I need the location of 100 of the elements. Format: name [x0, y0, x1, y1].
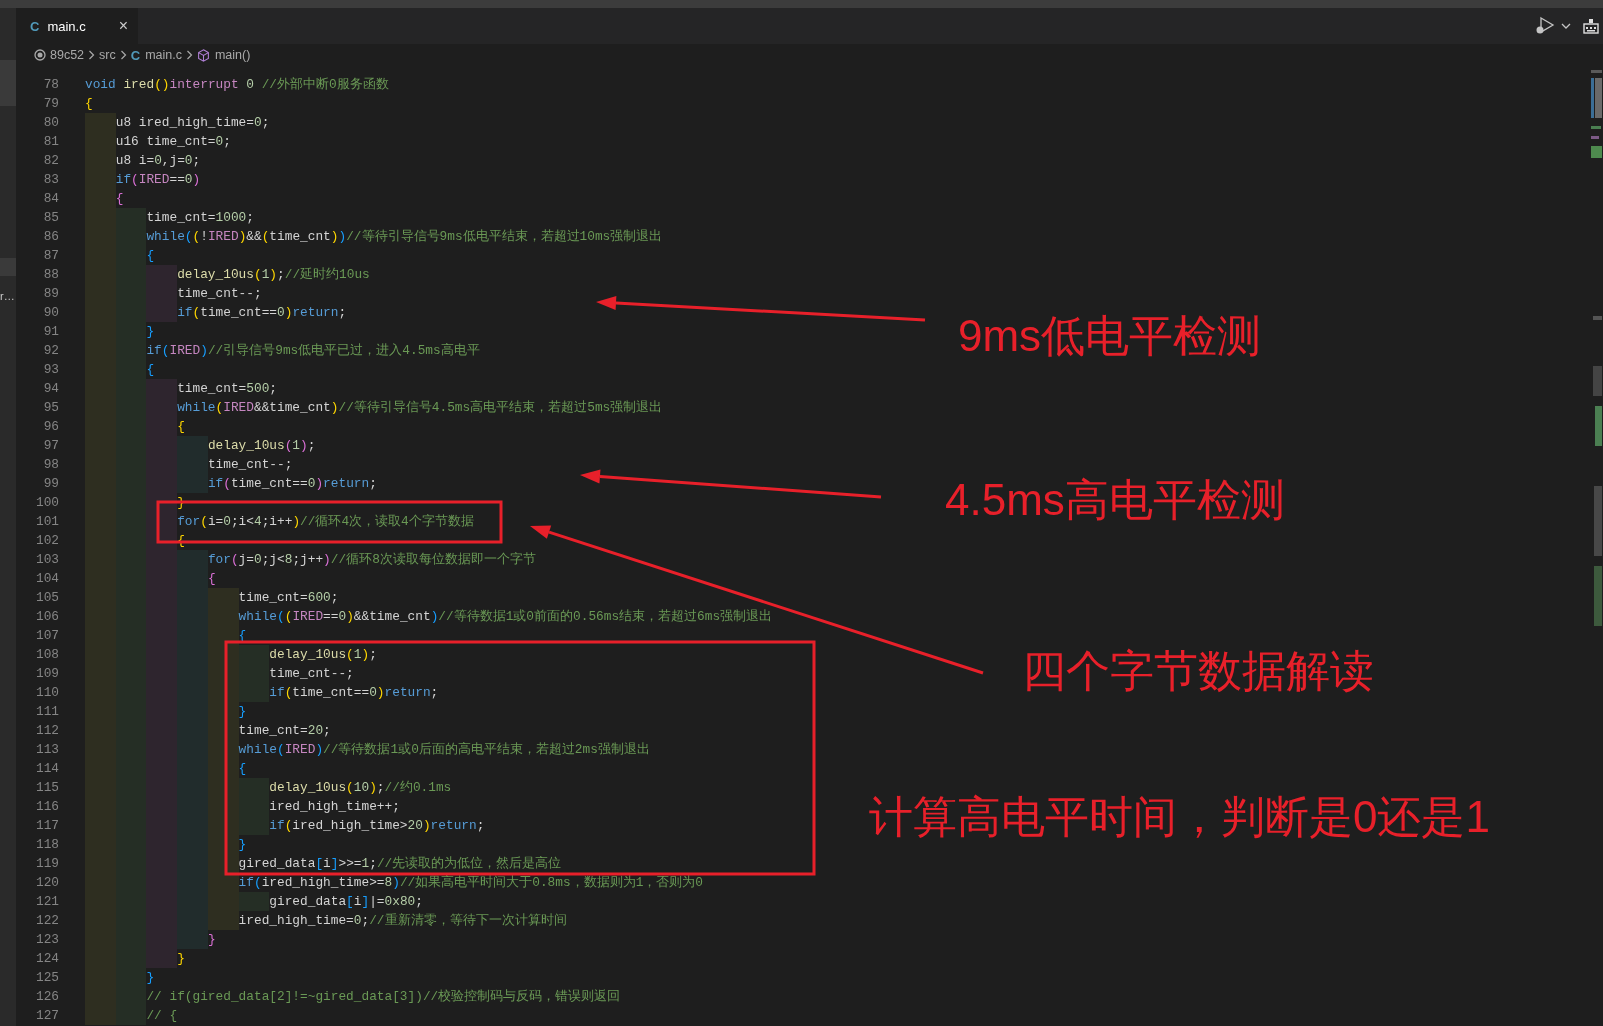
code-line: delay_10us(10);//约0.1ms: [85, 778, 452, 797]
breadcrumb-item[interactable]: src: [99, 48, 116, 62]
line-number: 103: [34, 552, 59, 567]
code-line: for(i=0;i<4;i++)//循环4次，读取4个字节数据: [85, 512, 474, 531]
line-number: 108: [34, 647, 59, 662]
line-number: 96: [42, 419, 59, 434]
side-panel-text: r…: [0, 290, 16, 302]
line-number: 118: [34, 837, 59, 852]
code-line: {: [85, 417, 185, 436]
line-number: 99: [42, 476, 59, 491]
code-line: u8 ired_high_time=0;: [85, 113, 270, 132]
line-number: 79: [42, 96, 59, 111]
code-line: delay_10us(1);//延时约10us: [85, 265, 370, 284]
code-line: u8 i=0,j=0;: [85, 151, 201, 170]
annotation-label: 4.5ms高电平检测: [945, 474, 1285, 526]
line-number: 106: [34, 609, 59, 624]
code-line: // {: [85, 1006, 178, 1025]
line-number: 98: [42, 457, 59, 472]
line-number: 88: [42, 267, 59, 282]
code-line: if(time_cnt==0)return;: [85, 683, 439, 702]
code-line: gired_data[i]>>=1;//先读取的为低位，然后是高位: [85, 854, 562, 873]
line-number: 104: [34, 571, 59, 586]
line-number: 117: [34, 818, 59, 833]
keyboard-icon[interactable]: [1583, 18, 1599, 34]
breadcrumb-item[interactable]: main(): [214, 48, 251, 62]
line-number: 95: [42, 400, 59, 415]
line-number: 111: [34, 704, 59, 719]
code-line: {: [85, 360, 155, 379]
code-line: {: [85, 189, 124, 208]
chevron-right-icon: [119, 50, 127, 60]
line-number: 107: [34, 628, 59, 643]
code-line: time_cnt--;: [85, 664, 354, 683]
code-line: time_cnt=1000;: [85, 208, 254, 227]
line-number: 114: [34, 761, 59, 776]
code-line: }: [85, 322, 155, 341]
circle-icon: [34, 49, 46, 61]
breadcrumb-item[interactable]: main.c: [145, 48, 182, 62]
code-line: }: [85, 968, 155, 987]
code-line: ired_high_time=0;//重新清零，等待下一次计算时间: [85, 911, 567, 930]
line-number: 78: [42, 77, 59, 92]
code-line: if(IRED==0): [85, 170, 201, 189]
line-number: 87: [42, 248, 59, 263]
editor-tab[interactable]: C main.c ×: [16, 8, 138, 44]
line-number: 109: [34, 666, 59, 681]
code-line: {: [85, 569, 216, 588]
c-file-icon: C: [130, 47, 141, 63]
line-number: 90: [42, 305, 59, 320]
code-line: ired_high_time++;: [85, 797, 400, 816]
line-number: 112: [34, 723, 59, 738]
code-line: if(ired_high_time>=8)//如果高电平时间大于0.8ms，数据则为1，否则为0: [85, 873, 703, 892]
code-line: time_cnt--;: [85, 455, 293, 474]
line-number: 105: [34, 590, 59, 605]
line-number: 81: [42, 134, 59, 149]
line-number: 120: [34, 875, 59, 890]
line-number: 94: [42, 381, 59, 396]
code-line: if(IRED)//引导信号9ms低电平已过，进入4.5ms高电平: [85, 341, 480, 360]
annotation-label: 计算高电平时间，判断是0还是1: [869, 791, 1490, 843]
code-line: {: [85, 95, 93, 113]
code-line: delay_10us(1);: [85, 436, 316, 455]
chevron-right-icon: [185, 50, 193, 60]
code-line: if(ired_high_time>20)return;: [85, 816, 485, 835]
code-line: void ired()interrupt 0 //外部中断0服务函数: [85, 76, 389, 94]
code-line: while((!IRED)&&(time_cnt))//等待引导信号9ms低电平结束，若超过10ms强制退出: [85, 227, 663, 246]
line-number: 100: [34, 495, 59, 510]
line-number: 123: [34, 932, 59, 947]
line-number: 85: [42, 210, 59, 225]
code-line: while((IRED==0)&&time_cnt)//等待数据1或0前面的0.56ms结束，若超过6ms强制退出: [85, 607, 773, 626]
code-line: time_cnt--;: [85, 284, 262, 303]
line-number: 101: [34, 514, 59, 529]
line-number: 115: [34, 780, 59, 795]
line-number: 122: [34, 913, 59, 928]
code-line: gired_data[i]|=0x80;: [85, 892, 423, 911]
code-line: }: [85, 949, 185, 968]
close-icon[interactable]: ×: [118, 18, 128, 34]
code-line: }: [85, 930, 216, 949]
code-line: delay_10us(1);: [85, 645, 377, 664]
line-number: 127: [34, 1008, 59, 1023]
line-number: 83: [42, 172, 59, 187]
line-number: 102: [34, 533, 59, 548]
annotation-label: 四个字节数据解读: [1022, 645, 1374, 697]
line-number: 93: [42, 362, 59, 377]
line-number: 86: [42, 229, 59, 244]
code-line: if(time_cnt==0)return;: [85, 303, 347, 322]
chevron-down-icon[interactable]: [1561, 22, 1571, 30]
line-number: 124: [34, 951, 59, 966]
line-number: 126: [34, 989, 59, 1004]
line-number: 110: [34, 685, 59, 700]
line-number: 125: [34, 970, 59, 985]
line-number: 92: [42, 343, 59, 358]
breadcrumb-item[interactable]: 89c52: [50, 48, 85, 62]
line-number: 116: [34, 799, 59, 814]
line-number: 97: [42, 438, 59, 453]
line-number: 121: [34, 894, 59, 909]
chevron-right-icon: [88, 50, 96, 60]
line-number: 113: [34, 742, 59, 757]
code-line: while(IRED)//等待数据1或0后面的高电平结束，若超过2ms强制退出: [85, 740, 650, 759]
line-number: 119: [34, 856, 59, 871]
code-line: // if(gired_data[2]!=~gired_data[3])//校验控制码与反码，错误则返回: [85, 987, 621, 1006]
cube-icon: [196, 48, 210, 62]
code-line: for(j=0;j<8;j++)//循环8次读取每位数据即一个字节: [85, 550, 536, 569]
